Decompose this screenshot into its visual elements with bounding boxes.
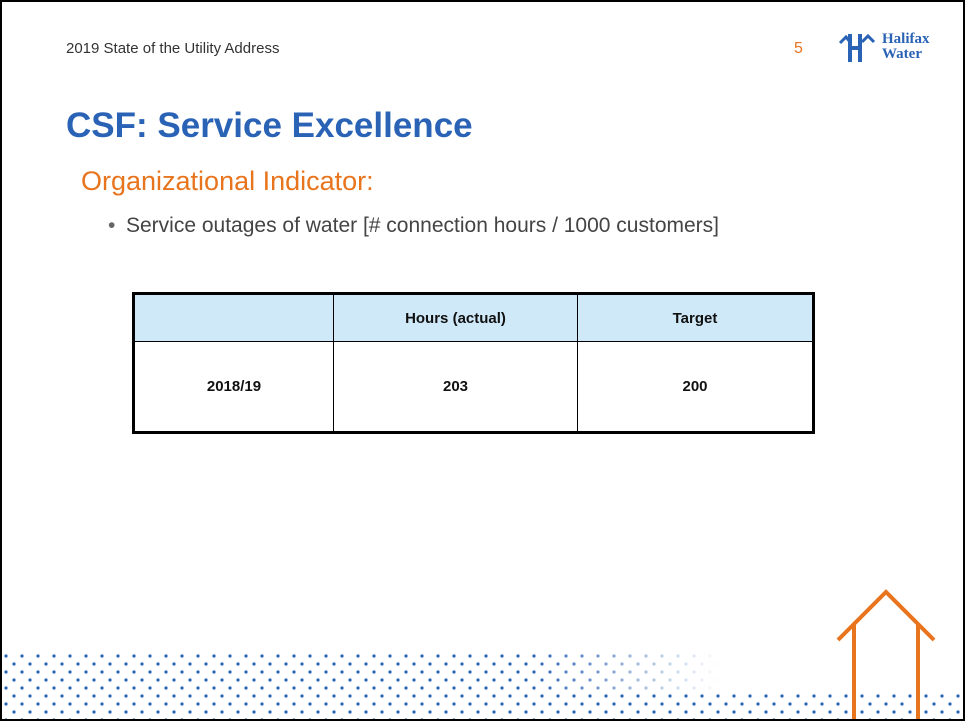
bullet-text: Service outages of water [# connection h…	[126, 214, 719, 237]
bullet-item: • Service outages of water [# connection …	[108, 214, 719, 238]
table-header-cell: Target	[577, 293, 814, 342]
logo-line-1: Halifax	[882, 31, 930, 47]
table-cell: 2018/19	[133, 341, 334, 433]
house-outline-icon	[836, 589, 936, 719]
header-title: 2019 State of the Utility Address	[66, 40, 280, 57]
bullet-dot: •	[108, 214, 116, 237]
halifax-water-logo: Halifax Water	[838, 30, 934, 66]
main-title: CSF: Service Excellence	[66, 106, 473, 145]
table-header-cell: Hours (actual)	[333, 293, 578, 342]
table-cell: 203	[333, 341, 578, 433]
logo-line-2: Water	[882, 46, 922, 62]
data-table: Hours (actual) Target 2018/19 203 200	[132, 292, 815, 434]
table-header-cell	[133, 293, 334, 342]
halifax-water-logo-icon	[838, 33, 876, 62]
page-number: 5	[794, 40, 803, 57]
slide: 2019 State of the Utility Address 5 Hali…	[0, 0, 965, 721]
logo-wordmark: Halifax Water	[882, 32, 930, 62]
table-header-row: Hours (actual) Target	[133, 293, 814, 342]
dot-pattern	[2, 652, 963, 719]
table-row: 2018/19 203 200	[133, 341, 814, 433]
table-cell: 200	[577, 341, 814, 433]
subheading: Organizational Indicator:	[81, 166, 374, 196]
